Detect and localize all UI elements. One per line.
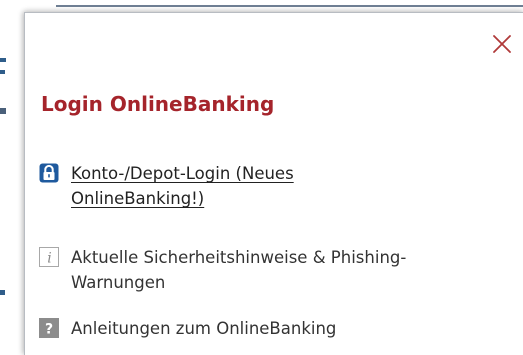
security-notice-item[interactable]: i Aktuelle Sicherheitshinweise & Phishin… [39,245,499,295]
login-popup: Login OnlineBanking Konto-/Depot-Login (… [24,12,523,355]
login-link[interactable]: Konto-/Depot-Login (Neues OnlineBanking!… [71,161,294,211]
close-button[interactable] [491,33,513,55]
popup-title: Login OnlineBanking [41,92,275,116]
guide-item[interactable]: ? Anleitungen zum OnlineBanking [39,316,499,341]
guide-label[interactable]: Anleitungen zum OnlineBanking [71,316,336,341]
background-page-edge [0,0,24,354]
svg-text:i: i [47,251,51,267]
close-icon [493,35,511,53]
info-icon: i [39,247,59,267]
login-link-item[interactable]: Konto-/Depot-Login (Neues OnlineBanking!… [39,161,479,211]
security-notice-line1[interactable]: Aktuelle Sicherheitshinweise & Phishing- [71,248,406,267]
security-notice-line2[interactable]: Warnungen [71,273,165,292]
svg-text:?: ? [45,322,53,338]
login-link-line2[interactable]: OnlineBanking!) [71,189,204,208]
background-mark [0,108,6,114]
background-rule [56,5,523,7]
background-mark [0,70,5,74]
security-notice-label[interactable]: Aktuelle Sicherheitshinweise & Phishing-… [71,245,406,295]
question-icon: ? [39,318,59,338]
background-mark [0,290,5,295]
background-mark [0,58,6,62]
login-link-line1[interactable]: Konto-/Depot-Login (Neues [71,164,294,183]
lock-icon [39,163,59,183]
